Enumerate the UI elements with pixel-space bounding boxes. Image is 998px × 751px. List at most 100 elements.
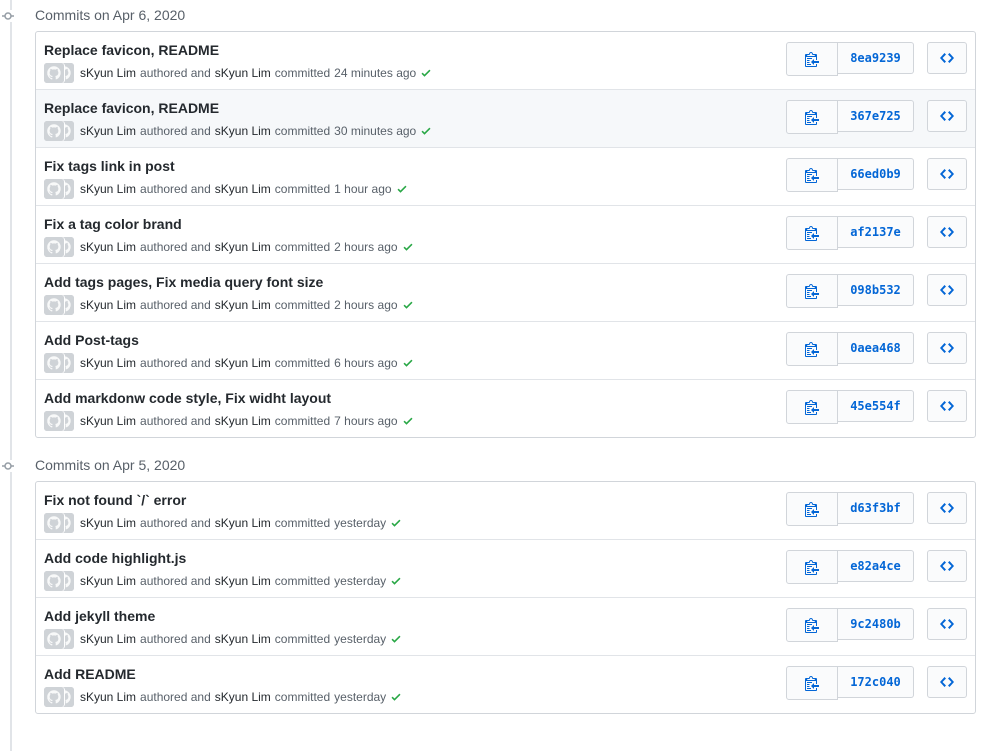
author-avatar[interactable]: [44, 687, 64, 707]
commit-title-link[interactable]: Add jekyll theme: [44, 608, 155, 624]
author-name-link[interactable]: sKyun Lim: [80, 574, 136, 588]
avatar-stack[interactable]: [44, 513, 74, 533]
browse-repo-button[interactable]: [927, 390, 967, 422]
browse-repo-button[interactable]: [927, 216, 967, 248]
browse-repo-button[interactable]: [927, 274, 967, 306]
browse-repo-button[interactable]: [927, 666, 967, 698]
check-icon[interactable]: [402, 415, 414, 427]
commit-title-link[interactable]: Fix tags link in post: [44, 158, 175, 174]
commit-title-link[interactable]: Add Post-tags: [44, 332, 139, 348]
commit-sha-link[interactable]: 172c040: [838, 666, 914, 698]
copy-sha-button[interactable]: [786, 666, 838, 700]
commit-sha-link[interactable]: 0aea468: [838, 332, 914, 364]
check-icon[interactable]: [402, 241, 414, 253]
avatar-stack[interactable]: [44, 411, 74, 431]
commit-sha-link[interactable]: af2137e: [838, 216, 914, 248]
committer-name-link[interactable]: sKyun Lim: [215, 516, 271, 530]
commit-sha-link[interactable]: 45e554f: [838, 390, 914, 422]
avatar-stack[interactable]: [44, 63, 74, 83]
commit-sha-link[interactable]: e82a4ce: [838, 550, 914, 582]
browse-repo-button[interactable]: [927, 492, 967, 524]
commit-title-link[interactable]: Fix a tag color brand: [44, 216, 182, 232]
author-avatar[interactable]: [44, 353, 64, 373]
copy-sha-button[interactable]: [786, 492, 838, 526]
author-name-link[interactable]: sKyun Lim: [80, 414, 136, 428]
avatar-stack[interactable]: [44, 687, 74, 707]
copy-sha-button[interactable]: [786, 216, 838, 250]
committer-name-link[interactable]: sKyun Lim: [215, 124, 271, 138]
avatar-stack[interactable]: [44, 237, 74, 257]
commit-title-link[interactable]: Add README: [44, 666, 136, 682]
commit-sha-link[interactable]: 367e725: [838, 100, 914, 132]
committer-name-link[interactable]: sKyun Lim: [215, 690, 271, 704]
author-name-link[interactable]: sKyun Lim: [80, 182, 136, 196]
copy-sha-button[interactable]: [786, 332, 838, 366]
commit-title-link[interactable]: Add markdonw code style, Fix widht layou…: [44, 390, 331, 406]
author-name-link[interactable]: sKyun Lim: [80, 516, 136, 530]
author-name-link[interactable]: sKyun Lim: [80, 356, 136, 370]
author-name-link[interactable]: sKyun Lim: [80, 240, 136, 254]
copy-sha-button[interactable]: [786, 550, 838, 584]
committer-name-link[interactable]: sKyun Lim: [215, 182, 271, 196]
committer-name-link[interactable]: sKyun Lim: [215, 414, 271, 428]
author-avatar[interactable]: [44, 237, 64, 257]
author-name-link[interactable]: sKyun Lim: [80, 690, 136, 704]
author-avatar[interactable]: [44, 121, 64, 141]
committer-name-link[interactable]: sKyun Lim: [215, 240, 271, 254]
commit-sha-link[interactable]: 66ed0b9: [838, 158, 914, 190]
committer-name-link[interactable]: sKyun Lim: [215, 298, 271, 312]
check-icon[interactable]: [402, 299, 414, 311]
commit-sha-link[interactable]: d63f3bf: [838, 492, 914, 524]
author-avatar[interactable]: [44, 295, 64, 315]
avatar-stack[interactable]: [44, 121, 74, 141]
author-avatar[interactable]: [44, 513, 64, 533]
browse-repo-button[interactable]: [927, 608, 967, 640]
author-name-link[interactable]: sKyun Lim: [80, 298, 136, 312]
check-icon[interactable]: [420, 125, 432, 137]
committer-name-link[interactable]: sKyun Lim: [215, 356, 271, 370]
author-avatar[interactable]: [44, 629, 64, 649]
author-name-link[interactable]: sKyun Lim: [80, 124, 136, 138]
avatar-stack[interactable]: [44, 179, 74, 199]
commit-title-link[interactable]: Replace favicon, README: [44, 100, 219, 116]
copy-sha-button[interactable]: [786, 274, 838, 308]
commit-title-link[interactable]: Add tags pages, Fix media query font siz…: [44, 274, 323, 290]
copy-sha-button[interactable]: [786, 390, 838, 424]
commit-sha-link[interactable]: 8ea9239: [838, 42, 914, 74]
author-name-link[interactable]: sKyun Lim: [80, 66, 136, 80]
copy-sha-button[interactable]: [786, 608, 838, 642]
check-icon[interactable]: [396, 183, 408, 195]
avatar-stack[interactable]: [44, 629, 74, 649]
author-avatar[interactable]: [44, 63, 64, 83]
author-avatar[interactable]: [44, 411, 64, 431]
browse-repo-button[interactable]: [927, 42, 967, 74]
author-avatar[interactable]: [44, 179, 64, 199]
copy-sha-button[interactable]: [786, 158, 838, 192]
browse-repo-button[interactable]: [927, 550, 967, 582]
committer-name-link[interactable]: sKyun Lim: [215, 574, 271, 588]
avatar-stack[interactable]: [44, 571, 74, 591]
browse-repo-button[interactable]: [927, 332, 967, 364]
commit-sha-link[interactable]: 098b532: [838, 274, 914, 306]
author-avatar[interactable]: [44, 571, 64, 591]
check-icon[interactable]: [390, 517, 402, 529]
commit-title-link[interactable]: Fix not found `/` error: [44, 492, 186, 508]
commit-sha-link[interactable]: 9c2480b: [838, 608, 914, 640]
check-icon[interactable]: [390, 633, 402, 645]
committer-name-link[interactable]: sKyun Lim: [215, 632, 271, 646]
avatar-stack[interactable]: [44, 353, 74, 373]
check-icon[interactable]: [420, 67, 432, 79]
avatar-stack[interactable]: [44, 295, 74, 315]
copy-sha-button[interactable]: [786, 42, 838, 76]
commit-title-link[interactable]: Add code highlight.js: [44, 550, 186, 566]
check-icon[interactable]: [402, 357, 414, 369]
commit-title-link[interactable]: Replace favicon, README: [44, 42, 219, 58]
browse-repo-button[interactable]: [927, 100, 967, 132]
commit-meta: sKyun Lim authored and sKyun Lim committed 7…: [44, 411, 414, 431]
committer-name-link[interactable]: sKyun Lim: [215, 66, 271, 80]
browse-repo-button[interactable]: [927, 158, 967, 190]
copy-sha-button[interactable]: [786, 100, 838, 134]
check-icon[interactable]: [390, 575, 402, 587]
check-icon[interactable]: [390, 691, 402, 703]
author-name-link[interactable]: sKyun Lim: [80, 632, 136, 646]
